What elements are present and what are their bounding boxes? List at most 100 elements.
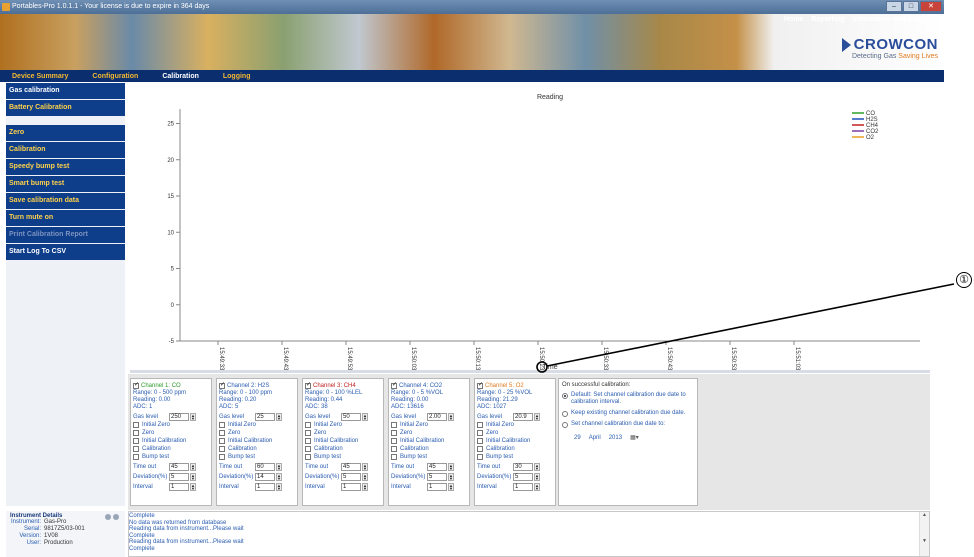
bump_test-checkbox[interactable] bbox=[219, 454, 225, 460]
spinner-icon[interactable]: ▲ ▼ bbox=[190, 472, 196, 481]
sidebar: Gas calibration Battery Calibration Zero… bbox=[6, 83, 125, 506]
zero-button[interactable]: Zero bbox=[6, 125, 125, 141]
spinner-icon[interactable]: ▲ ▼ bbox=[276, 482, 282, 491]
time_out-input[interactable]: 60 bbox=[255, 462, 275, 471]
close-button[interactable]: ✕ bbox=[920, 1, 942, 12]
log-scrollbar[interactable]: ▲ ▼ bbox=[919, 512, 929, 556]
turn-mute-on-button[interactable]: Turn mute on bbox=[6, 210, 125, 226]
spinner-icon[interactable]: ▲ ▼ bbox=[448, 462, 454, 471]
sidebar-gas-calibration[interactable]: Gas calibration bbox=[6, 83, 125, 99]
tab-calibration[interactable]: Calibration bbox=[150, 73, 211, 80]
channel-enable-checkbox[interactable] bbox=[305, 381, 311, 389]
gas-level-input[interactable]: 50 bbox=[341, 412, 361, 421]
time_out-input[interactable]: 45 bbox=[427, 462, 447, 471]
spinner-icon[interactable]: ▲ ▼ bbox=[362, 462, 368, 471]
initial_zero-checkbox[interactable] bbox=[219, 422, 225, 428]
nav-information[interactable]: Information and activation bbox=[852, 16, 940, 23]
channel-enable-checkbox[interactable] bbox=[391, 381, 397, 389]
tab-device-summary[interactable]: Device Summary bbox=[0, 73, 80, 80]
calibration-checkbox[interactable] bbox=[305, 446, 311, 452]
radio-default[interactable] bbox=[562, 393, 568, 399]
maximize-button[interactable]: □ bbox=[903, 1, 919, 12]
interval-input[interactable]: 1 bbox=[169, 482, 189, 491]
smart-bump-test-button[interactable]: Smart bump test bbox=[6, 176, 125, 192]
speedy-bump-test-button[interactable]: Speedy bump test bbox=[6, 159, 125, 175]
zero-checkbox[interactable] bbox=[477, 430, 483, 436]
start-log-csv-button[interactable]: Start Log To CSV bbox=[6, 244, 125, 260]
panel-splitter[interactable] bbox=[130, 370, 930, 373]
zero-checkbox[interactable] bbox=[219, 430, 225, 436]
spinner-icon[interactable]: ▲ ▼ bbox=[190, 482, 196, 491]
gas-level-input[interactable]: 250 bbox=[169, 412, 189, 421]
initial_calibration-checkbox[interactable] bbox=[133, 438, 139, 444]
date-picker[interactable]: 29 April 2013 ▦▾ bbox=[574, 434, 694, 442]
gas-level-input[interactable]: 2.00 bbox=[427, 412, 447, 421]
bump_test-checkbox[interactable] bbox=[133, 454, 139, 460]
zero-checkbox[interactable] bbox=[133, 430, 139, 436]
deviation-input[interactable]: 5 bbox=[341, 472, 361, 481]
gas-level-input[interactable]: 20.9 bbox=[513, 412, 533, 421]
deviation-input[interactable]: 14 bbox=[255, 472, 275, 481]
interval-input[interactable]: 1 bbox=[513, 482, 533, 491]
spinner-icon[interactable]: ▲ ▼ bbox=[448, 482, 454, 491]
time_out-input[interactable]: 45 bbox=[341, 462, 361, 471]
spinner-icon[interactable]: ▲ ▼ bbox=[190, 462, 196, 471]
calibration-button[interactable]: Calibration bbox=[6, 142, 125, 158]
spinner-icon[interactable]: ▲ ▼ bbox=[362, 472, 368, 481]
calibration-checkbox[interactable] bbox=[391, 446, 397, 452]
spinner-icon[interactable]: ▲ ▼ bbox=[190, 412, 196, 421]
spinner-icon[interactable]: ▲ ▼ bbox=[534, 482, 540, 491]
gas-level-input[interactable]: 25 bbox=[255, 412, 275, 421]
initial_calibration-checkbox[interactable] bbox=[477, 438, 483, 444]
spinner-icon[interactable]: ▲ ▼ bbox=[362, 482, 368, 491]
initial_zero-checkbox[interactable] bbox=[305, 422, 311, 428]
bump_test-checkbox[interactable] bbox=[477, 454, 483, 460]
initial_zero-checkbox[interactable] bbox=[391, 422, 397, 428]
time_out-input[interactable]: 45 bbox=[169, 462, 189, 471]
tab-logging[interactable]: Logging bbox=[211, 73, 263, 80]
nav-home[interactable]: Home bbox=[784, 16, 803, 23]
initial_calibration-checkbox[interactable] bbox=[219, 438, 225, 444]
channel-enable-checkbox[interactable] bbox=[477, 381, 483, 389]
calibration-checkbox[interactable] bbox=[133, 446, 139, 452]
calibration-checkbox[interactable] bbox=[477, 446, 483, 452]
spinner-icon[interactable]: ▲ ▼ bbox=[534, 462, 540, 471]
initial_zero-checkbox[interactable] bbox=[477, 422, 483, 428]
spinner-icon[interactable]: ▲ ▼ bbox=[448, 412, 454, 421]
spinner-icon[interactable]: ▲ ▼ bbox=[276, 472, 282, 481]
initial_calibration-checkbox[interactable] bbox=[391, 438, 397, 444]
instrument-value: Gas-Pro bbox=[44, 519, 67, 525]
spinner-icon[interactable]: ▲ ▼ bbox=[534, 412, 540, 421]
deviation-input[interactable]: 5 bbox=[427, 472, 447, 481]
deviation-input[interactable]: 5 bbox=[169, 472, 189, 481]
radio-set-date[interactable] bbox=[562, 422, 568, 428]
bump_test-checkbox[interactable] bbox=[391, 454, 397, 460]
tab-configuration[interactable]: Configuration bbox=[80, 73, 150, 80]
minimize-button[interactable]: – bbox=[886, 1, 902, 12]
deviation-input[interactable]: 5 bbox=[513, 472, 533, 481]
radio-keep-existing[interactable] bbox=[562, 411, 568, 417]
save-calibration-data-button[interactable]: Save calibration data bbox=[6, 193, 125, 209]
channel-enable-checkbox[interactable] bbox=[219, 381, 225, 389]
main-nav: Device Summary Configuration Calibration… bbox=[0, 70, 944, 82]
spinner-icon[interactable]: ▲ ▼ bbox=[362, 412, 368, 421]
spinner-icon[interactable]: ▲ ▼ bbox=[448, 472, 454, 481]
channel-enable-checkbox[interactable] bbox=[133, 381, 139, 389]
interval-input[interactable]: 1 bbox=[341, 482, 361, 491]
interval-input[interactable]: 1 bbox=[427, 482, 447, 491]
spinner-icon[interactable]: ▲ ▼ bbox=[276, 462, 282, 471]
zero-checkbox[interactable] bbox=[391, 430, 397, 436]
interval-input[interactable]: 1 bbox=[255, 482, 275, 491]
initial_calibration-checkbox[interactable] bbox=[305, 438, 311, 444]
calendar-icon[interactable]: ▦▾ bbox=[630, 434, 639, 441]
initial_zero-checkbox[interactable] bbox=[133, 422, 139, 428]
spinner-icon[interactable]: ▲ ▼ bbox=[276, 412, 282, 421]
calibration-checkbox[interactable] bbox=[219, 446, 225, 452]
zero-checkbox[interactable] bbox=[305, 430, 311, 436]
spinner-icon[interactable]: ▲ ▼ bbox=[534, 472, 540, 481]
bump_test-checkbox[interactable] bbox=[305, 454, 311, 460]
time_out-input[interactable]: 30 bbox=[513, 462, 533, 471]
nav-reporting[interactable]: Reporting bbox=[811, 16, 844, 23]
sidebar-battery-calibration[interactable]: Battery Calibration bbox=[6, 100, 125, 116]
print-calibration-report-button[interactable]: Print Calibration Report bbox=[6, 227, 125, 243]
